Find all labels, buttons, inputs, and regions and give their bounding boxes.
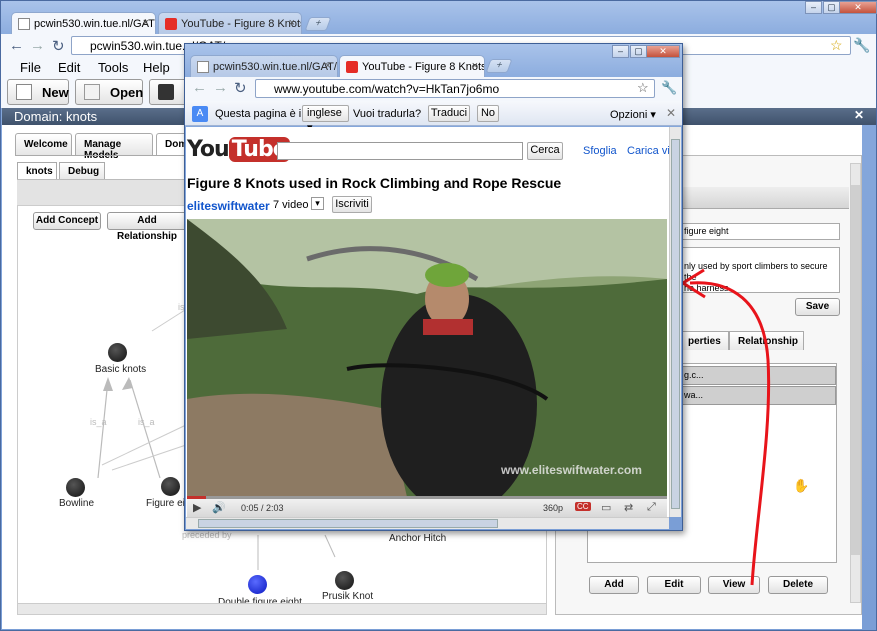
captions-button[interactable]: CC: [575, 502, 591, 511]
progress-fill: [187, 496, 207, 499]
youtube-popup-window: – ▢ ✕ pcwin530.win.tue.nl/GAT/ × YouTube…: [184, 43, 683, 531]
wrench-icon[interactable]: 🔧: [661, 80, 677, 96]
url-text: www.youtube.com/watch?v=HkTan7jo6mo: [274, 82, 500, 96]
popout-icon[interactable]: ▭: [601, 501, 611, 514]
channel-link[interactable]: eliteswiftwater: [187, 199, 270, 213]
youtube-search-input[interactable]: [277, 142, 523, 160]
translate-options[interactable]: Opzioni ▾: [610, 108, 656, 121]
translate-button[interactable]: Traduci: [428, 105, 470, 122]
close-tab-icon[interactable]: ×: [325, 60, 331, 72]
youtube-page: YouTube Cerca Sfoglia Carica vic Figure …: [186, 127, 669, 517]
upload-link[interactable]: Carica vic: [627, 145, 669, 157]
translate-question: Vuoi tradurla?: [353, 108, 422, 120]
play-icon[interactable]: ▶: [193, 501, 201, 514]
tab-youtube[interactable]: YouTube - Figure 8 Knots u... ×: [339, 55, 485, 78]
video-title: Figure 8 Knots used in Rock Climbing and…: [187, 175, 562, 191]
close-translate-icon[interactable]: ✕: [666, 106, 676, 120]
quality-selector[interactable]: 360p: [543, 503, 563, 513]
scrollbar-thumb[interactable]: [671, 139, 680, 509]
language-value: inglese: [307, 107, 342, 119]
tab-gat[interactable]: pcwin530.win.tue.nl/GAT/ ×: [190, 55, 338, 78]
back-icon[interactable]: ←: [192, 79, 207, 96]
new-tab-button[interactable]: +: [485, 59, 513, 73]
tab-title: YouTube - Figure 8 Knots u...: [362, 61, 485, 73]
volume-icon[interactable]: 🔊: [212, 501, 226, 514]
progress-track[interactable]: [187, 496, 667, 499]
minimize-button[interactable]: –: [612, 45, 629, 58]
address-bar[interactable]: www.youtube.com/watch?v=HkTan7jo6mo: [255, 79, 655, 98]
tab-title: pcwin530.win.tue.nl/GAT/: [213, 61, 337, 73]
reload-icon[interactable]: ↻: [234, 79, 247, 97]
share-icon[interactable]: ⇄: [624, 501, 633, 514]
maximize-button[interactable]: ▢: [630, 45, 647, 58]
close-tab-icon[interactable]: ×: [472, 60, 478, 72]
player-controls: ▶ 🔊 0:05 / 2:03 360p CC ▭ ⇄ ⤢: [187, 496, 667, 517]
video-frame: [187, 219, 667, 497]
vertical-scrollbar[interactable]: [669, 127, 681, 517]
browse-link[interactable]: Sfoglia: [583, 145, 617, 157]
video-watermark: www.eliteswiftwater.com: [501, 463, 642, 477]
video-player[interactable]: www.eliteswiftwater.com: [187, 219, 667, 497]
translate-icon: A: [192, 106, 208, 122]
youtube-favicon-icon: [346, 61, 358, 73]
options-label: Opzioni: [610, 109, 648, 121]
scrollbar-thumb[interactable]: [198, 519, 498, 528]
logo-you: You: [187, 137, 230, 162]
close-window-button[interactable]: ✕: [646, 45, 680, 58]
horizontal-scrollbar[interactable]: [186, 517, 669, 529]
bookmark-star-icon[interactable]: ☆: [637, 80, 649, 96]
arrow-path: [689, 281, 771, 586]
chevron-down-icon[interactable]: ▾: [311, 197, 324, 210]
youtube-logo[interactable]: You Tube: [187, 137, 290, 162]
time-display: 0:05 / 2:03: [241, 503, 284, 513]
language-select[interactable]: inglese ▾: [302, 105, 349, 134]
video-count: 7 video: [273, 199, 309, 211]
subscribe-button[interactable]: Iscriviti: [332, 196, 372, 213]
translate-prefix: Questa pagina è in: [215, 108, 308, 120]
fullscreen-icon[interactable]: ⤢: [647, 501, 656, 514]
page-icon: [197, 61, 209, 73]
youtube-search-button[interactable]: Cerca: [527, 142, 563, 160]
no-translate-button[interactable]: No: [477, 105, 499, 122]
forward-icon[interactable]: →: [213, 79, 228, 96]
